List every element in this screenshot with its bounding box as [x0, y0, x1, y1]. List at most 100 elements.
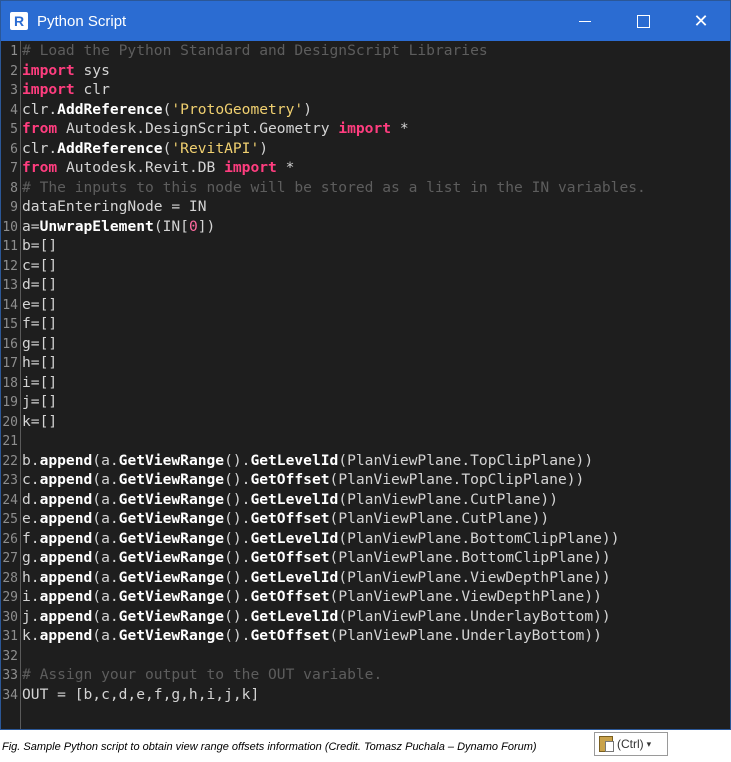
code-line[interactable]: 13 d=[]: [1, 275, 57, 295]
code-line[interactable]: 7 from Autodesk.Revit.DB import *: [1, 158, 294, 178]
code-line[interactable]: 18 i=[]: [1, 373, 57, 393]
code-line[interactable]: 24 d.append(a.GetViewRange().GetLevelId(P…: [1, 490, 558, 510]
code-token: import: [224, 159, 277, 176]
code-line[interactable]: 20 k=[]: [1, 412, 57, 432]
maximize-button[interactable]: [614, 1, 672, 41]
code-line[interactable]: 30 j.append(a.GetViewRange().GetLevelId(P…: [1, 607, 611, 627]
code-line[interactable]: 8 # The inputs to this node will be store…: [1, 178, 646, 198]
code-line[interactable]: 5 from Autodesk.DesignScript.Geometry imp…: [1, 119, 409, 139]
code-token: (a.: [92, 627, 119, 644]
code-line[interactable]: 32: [1, 646, 22, 666]
code-line[interactable]: 16 g=[]: [1, 334, 57, 354]
line-number: 8: [10, 180, 18, 196]
code-token: g=[]: [22, 334, 58, 352]
code-token: *: [391, 120, 409, 137]
code-line[interactable]: 23 c.append(a.GetViewRange().GetOffset(Pl…: [1, 470, 584, 490]
line-number: 15: [2, 317, 18, 332]
code-token: h=[]: [22, 354, 58, 371]
code-token: (a.: [92, 588, 119, 605]
code-token: clr.: [22, 100, 58, 118]
code-token: (PlanViewPlane.TopClipPlane)): [329, 471, 585, 488]
code-token: AddReference: [57, 100, 163, 118]
line-number: 25: [2, 512, 18, 527]
window-title: Python Script: [37, 12, 127, 30]
line-number: 7: [10, 161, 18, 176]
code-token: sys: [74, 61, 110, 79]
code-token: append: [39, 471, 93, 488]
line-number: 1: [10, 44, 18, 59]
code-line[interactable]: 22 b.append(a.GetViewRange().GetLevelId(P…: [1, 451, 593, 471]
code-token: ().: [224, 549, 251, 566]
code-line[interactable]: 2 import sys: [1, 61, 110, 81]
line-number: 29: [2, 590, 18, 605]
code-token: (PlanViewPlane.TopClipPlane)): [338, 451, 594, 469]
code-token: GetViewRange: [118, 568, 225, 586]
code-editor[interactable]: 1 # Load the Python Standard and DesignSc…: [1, 41, 730, 729]
code-line[interactable]: 34 OUT = [b,c,d,e,f,g,h,i,j,k]: [1, 685, 259, 705]
code-token: ().: [224, 588, 251, 605]
line-number: 4: [10, 102, 18, 118]
code-token: ]): [197, 217, 216, 235]
code-token: b.: [22, 451, 40, 469]
code-token: # The inputs to this node will be stored…: [22, 178, 646, 196]
code-token: (a.: [92, 510, 119, 527]
code-token: append: [39, 607, 93, 625]
code-token: (a.: [92, 490, 119, 508]
line-number: 22: [2, 453, 18, 469]
line-number: 20: [2, 414, 18, 430]
code-line[interactable]: 3 import clr: [1, 80, 110, 100]
code-line[interactable]: 12 c=[]: [1, 256, 57, 276]
paste-options-button[interactable]: (Ctrl) ▾: [594, 732, 668, 756]
code-token: (PlanViewPlane.CutPlane)): [329, 510, 550, 527]
code-token: ().: [224, 529, 251, 547]
code-line[interactable]: 4 clr.AddReference('ProtoGeometry'): [1, 100, 312, 120]
code-token: append: [39, 510, 93, 527]
code-token: GetLevelId: [250, 568, 339, 586]
code-line[interactable]: 10 a=UnwrapElement(IN[0]): [1, 217, 215, 237]
code-line[interactable]: 33 # Assign your output to the OUT variab…: [1, 665, 382, 685]
code-line[interactable]: 31 k.append(a.GetViewRange().GetOffset(Pl…: [1, 626, 602, 646]
code-token: GetLevelId: [250, 451, 339, 469]
code-line[interactable]: 29 i.append(a.GetViewRange().GetOffset(Pl…: [1, 587, 602, 607]
code-token: ().: [224, 607, 251, 625]
code-line[interactable]: 25 e.append(a.GetViewRange().GetOffset(Pl…: [1, 509, 549, 529]
code-line[interactable]: 6 clr.AddReference('RevitAPI'): [1, 139, 268, 159]
code-token: OUT = [b,c,d,e,f,g,h,i,j,k]: [22, 685, 260, 703]
minimize-button[interactable]: [556, 1, 614, 41]
code-token: import: [22, 61, 75, 79]
code-token: ): [303, 100, 312, 118]
code-token: GetViewRange: [118, 588, 225, 605]
line-number: 34: [2, 687, 18, 703]
code-token: a=: [22, 217, 40, 235]
close-button[interactable]: ✕: [672, 1, 730, 41]
code-line[interactable]: 14 e=[]: [1, 295, 57, 315]
line-number: 26: [2, 531, 18, 547]
code-token: (PlanViewPlane.BottomClipPlane)): [329, 549, 611, 566]
code-line[interactable]: 26 f.append(a.GetViewRange().GetLevelId(P…: [1, 529, 619, 549]
code-token: (PlanViewPlane.UnderlayBottom)): [338, 607, 611, 625]
code-token: f.: [22, 529, 40, 547]
code-line[interactable]: 1 # Load the Python Standard and DesignSc…: [1, 41, 488, 61]
code-token: append: [39, 490, 93, 508]
code-token: GetViewRange: [118, 451, 225, 469]
code-token: from: [22, 159, 58, 176]
code-line[interactable]: 15 f=[]: [1, 314, 57, 334]
code-token: Autodesk.DesignScript.Geometry: [57, 120, 339, 137]
code-line[interactable]: 11 b=[]: [1, 236, 57, 256]
code-token: append: [39, 627, 93, 644]
code-line[interactable]: 19 j=[]: [1, 392, 57, 412]
code-line[interactable]: 27 g.append(a.GetViewRange().GetOffset(Pl…: [1, 548, 611, 568]
code-line[interactable]: 21: [1, 431, 22, 451]
code-line[interactable]: 9 dataEnteringNode = IN: [1, 197, 207, 217]
line-number: 32: [2, 648, 18, 664]
code-token: ().: [224, 627, 251, 644]
code-token: GetOffset: [250, 471, 330, 488]
code-token: GetLevelId: [250, 607, 339, 625]
title-bar[interactable]: R Python Script ✕: [1, 1, 730, 41]
code-line[interactable]: 17 h=[]: [1, 353, 57, 373]
code-token: append: [39, 588, 93, 605]
code-token: dataEnteringNode = IN: [22, 198, 207, 215]
line-number: 19: [2, 395, 18, 410]
code-token: ().: [224, 568, 251, 586]
code-line[interactable]: 28 h.append(a.GetViewRange().GetLevelId(P…: [1, 568, 610, 588]
